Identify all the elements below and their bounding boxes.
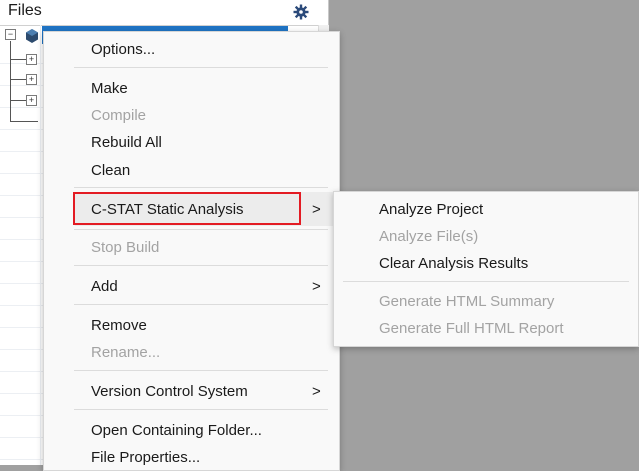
cstat-submenu: Analyze Project Analyze File(s) Clear An… — [333, 191, 639, 347]
submenu-item-analyze-project[interactable]: Analyze Project — [379, 201, 483, 218]
menu-separator — [74, 187, 328, 188]
menu-separator — [74, 304, 328, 305]
menu-item-stop-build: Stop Build — [91, 239, 160, 256]
menu-separator — [343, 281, 629, 282]
menu-item-clean[interactable]: Clean — [91, 162, 130, 179]
menu-separator — [74, 67, 328, 68]
menu-separator — [74, 229, 328, 230]
menu-item-open-folder[interactable]: Open Containing Folder... — [91, 422, 262, 439]
menu-item-compile: Compile — [91, 107, 147, 124]
submenu-item-html-summary: Generate HTML Summary — [379, 293, 555, 310]
files-header: Files — [0, 0, 328, 26]
menu-item-rename: Rename... — [91, 344, 161, 361]
collapse-minus-icon[interactable]: − — [5, 29, 16, 40]
submenu-item-clear-results[interactable]: Clear Analysis Results — [379, 255, 528, 272]
submenu-arrow-icon: > — [312, 278, 321, 295]
grid-line — [40, 25, 41, 465]
menu-item-make[interactable]: Make — [91, 80, 128, 97]
menu-item-cstat-label: C-STAT Static Analysis — [91, 201, 244, 218]
expand-plus-icon[interactable]: + — [26, 95, 37, 106]
project-cube-icon — [26, 29, 38, 43]
menu-item-rebuild-all[interactable]: Rebuild All — [91, 134, 162, 151]
tree-line — [10, 59, 26, 60]
menu-item-file-properties[interactable]: File Properties... — [91, 449, 200, 466]
expand-plus-icon[interactable]: + — [26, 74, 37, 85]
menu-item-version-control[interactable]: Version Control System — [91, 383, 248, 400]
submenu-item-html-report: Generate Full HTML Report — [379, 320, 564, 337]
gear-icon — [293, 4, 309, 20]
submenu-arrow-icon: > — [312, 383, 321, 400]
files-title: Files — [8, 2, 42, 19]
tree-line — [10, 121, 38, 122]
submenu-item-analyze-files: Analyze File(s) — [379, 228, 479, 245]
tree-line — [10, 41, 11, 121]
menu-separator — [74, 409, 328, 410]
menu-separator — [74, 370, 328, 371]
submenu-arrow-icon: > — [312, 201, 321, 218]
tree-line — [10, 79, 26, 80]
tree-line — [10, 100, 26, 101]
menu-item-options[interactable]: Options... — [91, 41, 155, 58]
menu-item-remove[interactable]: Remove — [91, 317, 147, 334]
settings-button[interactable] — [288, 0, 314, 24]
expand-plus-icon[interactable]: + — [26, 54, 37, 65]
context-menu: Options... Make Compile Rebuild All Clea… — [43, 31, 340, 471]
menu-separator — [74, 265, 328, 266]
menu-item-add[interactable]: Add — [91, 278, 118, 295]
